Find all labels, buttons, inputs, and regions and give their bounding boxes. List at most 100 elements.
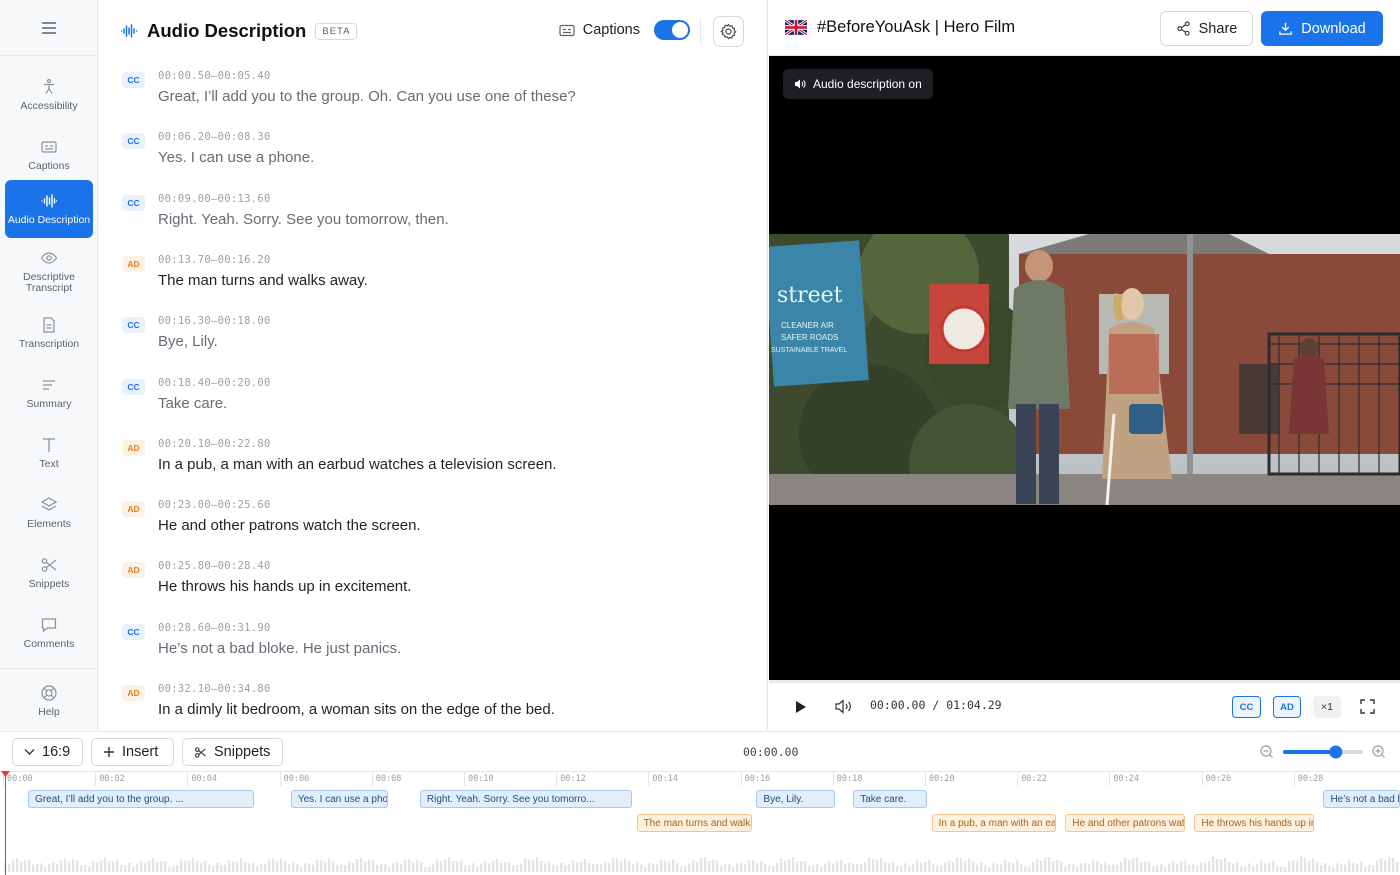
entry-timecode: 00:25.80–00:28.40 <box>158 560 271 573</box>
cc-clip[interactable]: Take care. <box>853 790 927 808</box>
ad-clip[interactable]: The man turns and walks away. <box>636 814 752 832</box>
aspect-ratio-select[interactable]: 16:9 <box>12 738 83 766</box>
project-header: #BeforeYouAsk | Hero Film Share Download <box>769 0 1400 56</box>
ad-tag: AD <box>122 562 145 579</box>
download-button[interactable]: Download <box>1261 11 1383 46</box>
zoom-slider-handle[interactable] <box>1329 745 1343 759</box>
zoom-out-icon[interactable] <box>1260 745 1273 758</box>
aspect-ratio-value: 16:9 <box>42 744 71 760</box>
scene-sign-street: street <box>777 283 843 308</box>
sidebar-item-comments[interactable]: Comments <box>5 604 93 662</box>
audio-description-indicator: Audio description on <box>783 69 933 99</box>
ruler-tick: 00:14 <box>648 772 678 786</box>
ruler-tick: 00:26 <box>1201 772 1231 786</box>
sidebar-item-label: Transcription <box>18 338 80 350</box>
captions-toggle[interactable]: Captions <box>559 20 690 40</box>
current-time: 00:00.00 <box>870 698 926 712</box>
captions-toggle-label: Captions <box>582 22 640 38</box>
timeline-current-time: 00:00.00 <box>743 745 799 759</box>
entry-text[interactable]: He throws his hands up in excitement. <box>158 578 411 595</box>
comment-icon <box>41 618 57 633</box>
entry-timecode: 00:09.00–00:13.60 <box>158 192 271 205</box>
ruler-tick: 00:24 <box>1109 772 1139 786</box>
sidebar-item-descriptive-transcript[interactable]: Descriptive Transcript <box>5 242 93 300</box>
snippets-button[interactable]: Snippets <box>182 738 283 766</box>
insert-button[interactable]: Insert <box>91 738 174 766</box>
volume-icon[interactable] <box>835 699 852 714</box>
cc-tag: CC <box>122 623 145 640</box>
ad-tag: AD <box>122 255 145 272</box>
header-divider <box>700 18 701 44</box>
entry-text[interactable]: In a pub, a man with an earbud watches a… <box>158 456 557 473</box>
entry-text[interactable]: He and other patrons watch the screen. <box>158 517 421 534</box>
sidebar-item-elements[interactable]: Elements <box>5 484 93 542</box>
zoom-in-icon[interactable] <box>1372 745 1385 758</box>
entry-timecode: 00:28.60–00:31.90 <box>158 621 271 634</box>
cc-clip[interactable]: Right. Yeah. Sorry. See you tomorro... <box>419 790 632 808</box>
sidebar-item-text[interactable]: Text <box>5 424 93 482</box>
zoom-control[interactable] <box>1258 742 1388 762</box>
entry-text[interactable]: Great, I’ll add you to the group. Oh. Ca… <box>158 88 576 105</box>
snippets-button-label: Snippets <box>214 744 271 760</box>
audio-wave-icon <box>41 194 58 208</box>
play-icon[interactable] <box>795 700 807 714</box>
entry-timecode: 00:06.20–00:08.30 <box>158 131 271 144</box>
sidebar-item-label: Descriptive Transcript <box>23 270 75 294</box>
sidebar-divider <box>0 668 97 669</box>
entry-text[interactable]: Bye, Lily. <box>158 333 218 350</box>
entry-timecode: 00:23.00–00:25.60 <box>158 499 271 512</box>
sidebar-item-label: Help <box>38 706 60 718</box>
entry-text[interactable]: Yes. I can use a phone. <box>158 149 314 166</box>
summary-lines-icon <box>43 380 55 390</box>
cc-clip[interactable]: Bye, Lily. <box>756 790 835 808</box>
scene-sign-line-3: SUSTAINABLE TRAVEL <box>771 347 847 354</box>
video-player[interactable]: Audio description on street CLEANER AIR … <box>769 56 1400 680</box>
share-button[interactable]: Share <box>1160 11 1253 46</box>
cc-clip[interactable]: He’s not a bad bloke. <box>1323 790 1400 808</box>
settings-button[interactable] <box>713 16 744 47</box>
zoom-slider-fill <box>1283 750 1336 754</box>
sidebar-item-transcription[interactable]: Transcription <box>5 304 93 362</box>
captions-icon <box>559 24 575 36</box>
sidebar-item-help[interactable]: Help <box>5 672 93 730</box>
menu-button[interactable] <box>0 0 97 56</box>
ad-clip[interactable]: In a pub, a man with an earbud <box>931 814 1057 832</box>
sidebar-item-snippets[interactable]: Snippets <box>5 544 93 602</box>
speaker-icon <box>795 79 806 89</box>
captions-icon <box>41 141 57 153</box>
ad-clip[interactable]: He throws his hands up in <box>1194 814 1315 832</box>
insert-button-label: Insert <box>122 744 159 760</box>
entry-timecode: 00:20.10–00:22.80 <box>158 437 271 450</box>
scene-sign-line-1: CLEANER AIR <box>781 321 834 330</box>
entry-text[interactable]: Take care. <box>158 395 227 412</box>
sidebar-item-label: Captions <box>28 160 70 172</box>
ad-toggle-button[interactable]: AD <box>1273 696 1301 718</box>
sidebar-item-captions[interactable]: Captions <box>5 126 93 184</box>
fullscreen-icon[interactable] <box>1360 699 1375 714</box>
ad-clip[interactable]: He and other patrons watch <box>1065 814 1186 832</box>
entry-text[interactable]: Right. Yeah. Sorry. See you tomorrow, th… <box>158 211 449 228</box>
uk-flag-icon <box>785 20 807 35</box>
sidebar-item-label: Snippets <box>28 578 70 590</box>
download-button-label: Download <box>1301 20 1366 37</box>
playhead[interactable] <box>5 771 6 875</box>
video-frame: street CLEANER AIR SAFER ROADS SUSTAINAB… <box>769 234 1400 505</box>
sidebar-item-label: Elements <box>27 518 71 530</box>
captions-switch[interactable] <box>654 20 690 40</box>
ruler-tick: 00:22 <box>1017 772 1047 786</box>
cc-toggle-button[interactable]: CC <box>1232 696 1261 718</box>
entry-text[interactable]: The man turns and walks away. <box>158 272 368 289</box>
playback-speed-button[interactable]: ×1 <box>1313 696 1341 718</box>
cc-tag: CC <box>122 378 145 395</box>
entry-text[interactable]: In a dimly lit bedroom, a woman sits on … <box>158 701 555 718</box>
entry-text[interactable]: He’s not a bad bloke. He just panics. <box>158 640 401 657</box>
ruler-tick: 00:02 <box>95 772 125 786</box>
timeline-ruler[interactable]: 00:00 00:02 00:04 00:06 00:08 00:10 00:12 00:14… <box>0 771 1400 787</box>
sidebar-item-summary[interactable]: Summary <box>5 364 93 422</box>
share-button-label: Share <box>1198 20 1238 37</box>
cc-clip[interactable]: Yes. I can use a phone. <box>290 790 388 808</box>
sidebar-item-audio-description[interactable]: Audio Description <box>5 180 93 238</box>
sidebar-item-accessibility[interactable]: Accessibility <box>5 66 93 124</box>
cc-clip[interactable]: Great, I’ll add you to the group. ... <box>28 790 254 808</box>
cc-tag: CC <box>122 133 145 150</box>
